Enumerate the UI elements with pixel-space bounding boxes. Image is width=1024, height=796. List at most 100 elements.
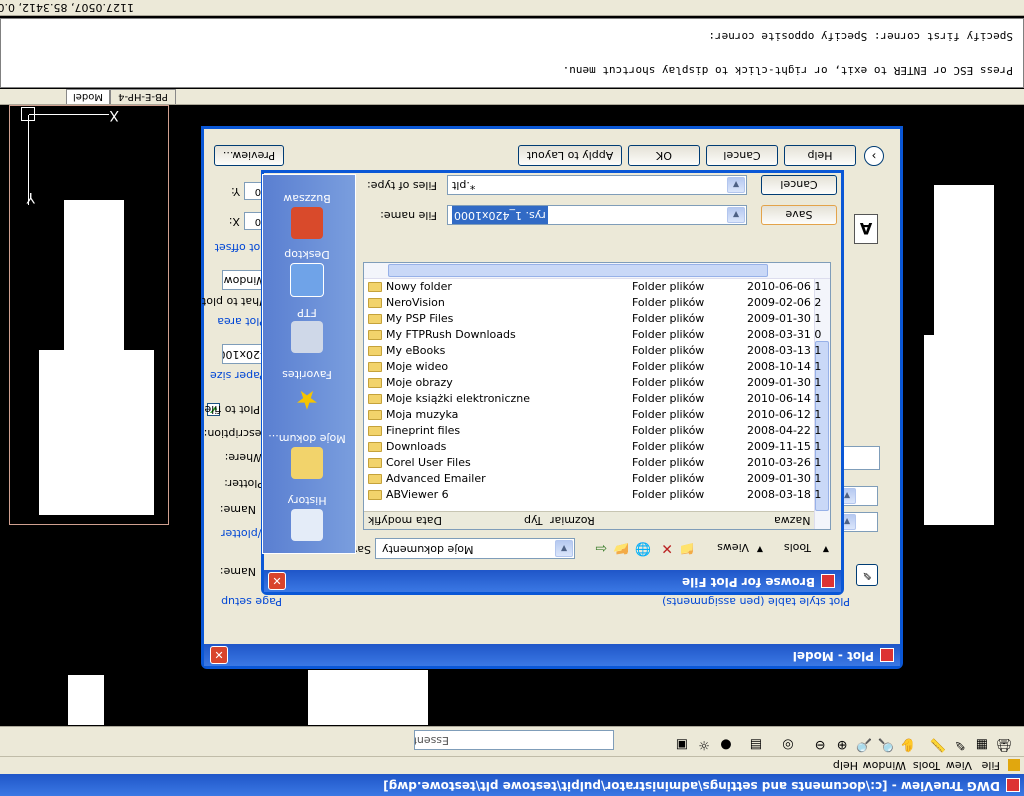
command-line-2: Specify first corner: Specify opposite c…: [708, 30, 1013, 43]
printer-name-label: Name:: [219, 503, 256, 516]
list-item[interactable]: Moje wideo Folder plików 2008-10-14 1: [363, 359, 821, 375]
search-web-icon[interactable]: 🌐: [635, 541, 651, 556]
col-name[interactable]: Nazwa: [774, 511, 810, 529]
file-name-label: File name:: [380, 209, 437, 222]
ucs-x-label: X: [109, 107, 119, 123]
menu-view[interactable]: View: [946, 759, 972, 772]
col-type[interactable]: Typ: [524, 511, 543, 529]
app-title: DWG TrueView - [c:\documents and setting…: [383, 779, 1000, 793]
plot-icon[interactable]: 🖨: [995, 736, 1012, 752]
hscroll-thumb[interactable]: [388, 264, 768, 277]
where-label: Where:: [224, 451, 264, 464]
up-folder-icon[interactable]: 📂: [613, 541, 629, 556]
markup-icon[interactable]: ✎: [952, 736, 968, 752]
back-icon[interactable]: ⇦: [595, 540, 607, 556]
menu-window[interactable]: Window: [863, 759, 906, 772]
file-rows: Nowy folder Folder plików 2010-06-06 1 Ner…: [363, 279, 821, 509]
views-menu[interactable]: Views: [717, 541, 749, 554]
toolbar: 🖨 ▦ ✎ 📏 ✋ 🔍 🔎 ⊕ ⊖ ◎ ▤ ● ☼ ▣ Essentials: [0, 726, 1024, 756]
orbit-icon[interactable]: ◎: [780, 736, 796, 752]
list-item[interactable]: NeroVision Folder plików 2009-02-06 2: [363, 295, 821, 311]
new-folder-icon[interactable]: 📁: [679, 541, 695, 556]
list-item[interactable]: Advanced Emailer Folder plików 2009-01-30 …: [363, 471, 821, 487]
plot-dialog-close-icon[interactable]: ✕: [210, 646, 228, 664]
browse-dialog-close-icon[interactable]: ✕: [268, 572, 286, 590]
tab-pb-e-hp-4[interactable]: PB-E-HP-4: [110, 89, 176, 104]
list-item[interactable]: Nowy folder Folder plików 2010-06-06 1: [363, 279, 821, 295]
place-my-documents[interactable]: Moje dokum...: [267, 423, 347, 483]
plot-style-edit-button[interactable]: ✎: [856, 564, 878, 586]
apply-to-layout-button[interactable]: Apply to Layout: [518, 145, 622, 166]
delete-icon[interactable]: ✕: [661, 540, 673, 556]
file-list-hscroll[interactable]: [363, 263, 830, 279]
file-name-input[interactable]: ▼ rys. 1_420x1000: [447, 205, 747, 225]
place-history[interactable]: History: [267, 485, 347, 545]
list-item[interactable]: Moje książki elektroniczne Folder plików 2…: [363, 391, 821, 407]
col-size[interactable]: Rozmiar: [550, 511, 595, 529]
view-icon[interactable]: ▣: [674, 736, 690, 752]
history-icon: [291, 509, 323, 541]
offset-y-label: Y:: [231, 185, 240, 198]
folder-icon: [368, 346, 382, 356]
what-to-plot-label: What to plot:: [198, 295, 270, 308]
measure-icon[interactable]: 📏: [930, 736, 946, 752]
preview-button[interactable]: Preview...: [214, 145, 284, 166]
browse-dialog: Browse for Plot File ✕ Save in: ▼ Moje d…: [261, 170, 844, 595]
layers-icon[interactable]: ▤: [748, 736, 764, 752]
drawing-sheet-bottom-left: [68, 675, 104, 725]
list-item[interactable]: ABViewer 6 Folder plików 2008-03-18 1: [363, 487, 821, 503]
visual-style-icon[interactable]: ●: [718, 736, 734, 752]
screen-rotated-180: DWG TrueView - [c:\documents and setting…: [0, 0, 1024, 796]
list-item[interactable]: Corel User Files Folder plików 2010-03-26 …: [363, 455, 821, 471]
list-item[interactable]: My eBooks Folder plików 2008-03-13 1: [363, 343, 821, 359]
browse-cancel-button[interactable]: Cancel: [761, 175, 837, 195]
place-favorites[interactable]: ★ Favorites: [267, 359, 347, 419]
status-bar: 1127.0507, 85.3412, 0.0000: [0, 0, 1024, 16]
col-date[interactable]: Data modyfik: [368, 511, 442, 529]
zoom-realtime-icon[interactable]: 🔍: [878, 736, 894, 752]
files-of-type-select[interactable]: ▼ *.plt: [447, 175, 747, 195]
zoom-previous-icon[interactable]: ⊖: [812, 736, 828, 752]
place-desktop[interactable]: Desktop: [267, 241, 347, 301]
publish-icon[interactable]: ▦: [974, 736, 990, 752]
save-in-value: Moje dokumenty: [382, 543, 474, 556]
place-favorites-label: Favorites: [282, 368, 332, 381]
list-item[interactable]: Moje obrazy Folder plików 2009-01-30 1: [363, 375, 821, 391]
buzzsaw-icon: [291, 207, 323, 239]
list-item[interactable]: Moja muzyka Folder plików 2010-06-12 1: [363, 407, 821, 423]
cancel-button[interactable]: Cancel: [706, 145, 778, 166]
lights-icon[interactable]: ☼: [696, 736, 712, 752]
app-title-bar[interactable]: DWG TrueView - [c:\documents and setting…: [0, 774, 1024, 796]
menu-help[interactable]: Help: [833, 759, 858, 772]
plot-dialog-title-bar[interactable]: Plot - Model ✕: [204, 644, 900, 666]
help-button[interactable]: Help: [784, 145, 856, 166]
save-button[interactable]: Save: [761, 205, 837, 225]
menu-file[interactable]: File: [982, 759, 1000, 772]
place-ftp[interactable]: FTP: [267, 297, 347, 357]
list-item[interactable]: Downloads Folder plików 2009-11-15 1: [363, 439, 821, 455]
pan-icon[interactable]: ✋: [900, 736, 916, 752]
places-bar: History Moje dokum... ★ Favorites FTP De…: [262, 174, 356, 554]
list-item[interactable]: My FTPRush Downloads Folder plików 2008-03…: [363, 327, 821, 343]
my-documents-icon: [291, 447, 323, 479]
browse-dialog-title: Browse for Plot File: [681, 575, 815, 589]
plot-dialog-icon: [880, 648, 894, 662]
place-buzzsaw[interactable]: Buzzsaw: [267, 183, 347, 243]
save-in-select[interactable]: ▼ Moje dokumenty: [375, 538, 575, 559]
list-item[interactable]: Fineprint files Folder plików 2008-04-22 1: [363, 423, 821, 439]
ok-button[interactable]: OK: [628, 145, 700, 166]
tab-model[interactable]: Model: [66, 89, 110, 104]
drawing-sheet-bottom-center: [308, 670, 428, 725]
folder-icon: [368, 442, 382, 452]
zoom-extents-icon[interactable]: ⊕: [834, 736, 850, 752]
browse-dialog-title-bar[interactable]: Browse for Plot File ✕: [264, 570, 841, 592]
command-line[interactable]: Press ESC or ENTER to exit, or right-cli…: [0, 18, 1024, 88]
tools-menu[interactable]: Tools: [784, 541, 811, 554]
list-item[interactable]: My PSP Files Folder plików 2009-01-30 1: [363, 311, 821, 327]
file-list[interactable]: Nazwa Rozmiar Typ Data modyfik Nowy fold…: [363, 262, 831, 530]
more-options-button[interactable]: ›: [864, 146, 884, 166]
workspace-select[interactable]: Essentials: [414, 730, 614, 750]
views-chevron-icon: ▼: [756, 545, 763, 554]
menu-tools[interactable]: Tools: [913, 759, 940, 772]
zoom-window-icon[interactable]: 🔎: [856, 736, 872, 752]
